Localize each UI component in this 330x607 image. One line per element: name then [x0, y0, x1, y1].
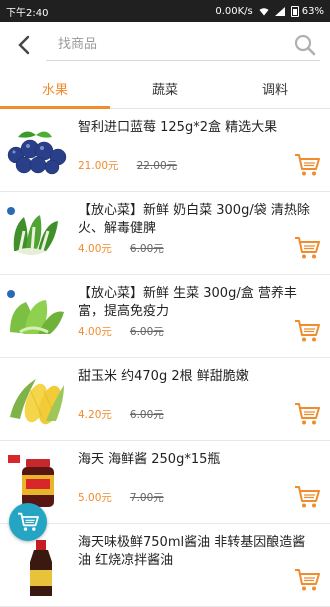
product-item[interactable]: 海天味极鲜750ml酱油 非转基因酿造酱油 红烧凉拌酱油 [0, 524, 330, 607]
product-image-lettuce [6, 285, 68, 347]
chevron-left-icon [18, 35, 30, 55]
product-price: 4.20元 [78, 409, 112, 421]
search-input[interactable] [46, 36, 290, 53]
product-old-price: 6.00元 [129, 243, 164, 255]
wifi-icon [259, 7, 269, 15]
tab-seasoning[interactable]: 调料 [220, 68, 330, 108]
product-price: 5.00元 [78, 492, 112, 504]
product-price: 21.00元 [78, 160, 119, 172]
product-old-price: 22.00元 [136, 160, 178, 172]
product-price: 4.00元 [78, 326, 112, 338]
product-item[interactable]: 海天 海鲜酱 250g*15瓶 5.00元 7.00元 [0, 441, 330, 524]
add-to-cart-icon[interactable] [294, 153, 320, 177]
product-item[interactable]: 【放心菜】新鲜 奶白菜 300g/袋 清热除火、解毒健脾 4.00元 6.00元 [0, 192, 330, 275]
product-title: 【放心菜】新鲜 生菜 300g/盒 营养丰富，提高免疫力 [78, 286, 297, 319]
cart-icon [17, 512, 39, 531]
product-old-price: 7.00元 [129, 492, 164, 504]
tab-vegetables[interactable]: 蔬菜 [110, 68, 220, 108]
product-title: 【放心菜】新鲜 奶白菜 300g/袋 清热除火、解毒健脾 [78, 203, 310, 236]
status-bar: 下午2:40 0.00K/s 63% [0, 0, 330, 22]
product-info: 海天 海鲜酱 250g*15瓶 5.00元 7.00元 [78, 449, 322, 515]
battery-level: 63% [301, 5, 324, 17]
product-title: 海天味极鲜750ml酱油 非转基因酿造酱油 红烧凉拌酱油 [78, 535, 306, 568]
add-to-cart-icon[interactable] [294, 319, 320, 343]
product-image-soy-sauce-bottle [6, 534, 68, 596]
product-info: 海天味极鲜750ml酱油 非转基因酿造酱油 红烧凉拌酱油 [78, 532, 322, 598]
product-info: 智利进口蓝莓 125g*2盒 精选大果 21.00元 22.00元 [78, 117, 322, 183]
product-item[interactable]: 智利进口蓝莓 125g*2盒 精选大果 21.00元 22.00元 [0, 109, 330, 192]
product-image-bok-choy [6, 202, 68, 264]
search-icon [294, 34, 316, 55]
product-image-corn [6, 368, 68, 430]
add-to-cart-icon[interactable] [294, 402, 320, 426]
product-title: 智利进口蓝莓 125g*2盒 精选大果 [78, 120, 278, 135]
category-tabs: 水果 蔬菜 调料 [0, 68, 330, 109]
search-button[interactable] [290, 30, 320, 60]
product-title: 甜玉米 约470g 2根 鲜甜脆嫩 [78, 369, 249, 384]
tab-fruit[interactable]: 水果 [0, 68, 110, 109]
back-button[interactable] [10, 31, 38, 59]
product-title: 海天 海鲜酱 250g*15瓶 [78, 452, 221, 467]
battery-icon [290, 5, 299, 17]
header [0, 22, 330, 68]
product-info: 【放心菜】新鲜 生菜 300g/盒 营养丰富，提高免疫力 4.00元 6.00元 [78, 283, 322, 349]
add-to-cart-icon[interactable] [294, 485, 320, 509]
shopping-cart-button[interactable] [9, 503, 47, 541]
add-to-cart-icon[interactable] [294, 236, 320, 260]
product-old-price: 6.00元 [129, 326, 164, 338]
network-speed: 0.00K/s [215, 5, 253, 17]
add-to-cart-icon[interactable] [294, 568, 320, 592]
product-item[interactable]: 【放心菜】新鲜 生菜 300g/盒 营养丰富，提高免疫力 4.00元 6.00元 [0, 275, 330, 358]
product-image-seafood-sauce-jar [6, 451, 68, 513]
product-price: 4.00元 [78, 243, 112, 255]
product-list: 智利进口蓝莓 125g*2盒 精选大果 21.00元 22.00元 【放心菜】新鲜… [0, 109, 330, 607]
product-item[interactable]: 甜玉米 约470g 2根 鲜甜脆嫩 4.20元 6.00元 [0, 358, 330, 441]
product-image-blueberries [6, 119, 68, 181]
search-bar [46, 29, 320, 61]
product-info: 甜玉米 约470g 2根 鲜甜脆嫩 4.20元 6.00元 [78, 366, 322, 432]
signal-icon [274, 6, 285, 16]
product-old-price: 6.00元 [129, 409, 164, 421]
status-time: 下午2:40 [6, 7, 49, 19]
product-info: 【放心菜】新鲜 奶白菜 300g/袋 清热除火、解毒健脾 4.00元 6.00元 [78, 200, 322, 266]
